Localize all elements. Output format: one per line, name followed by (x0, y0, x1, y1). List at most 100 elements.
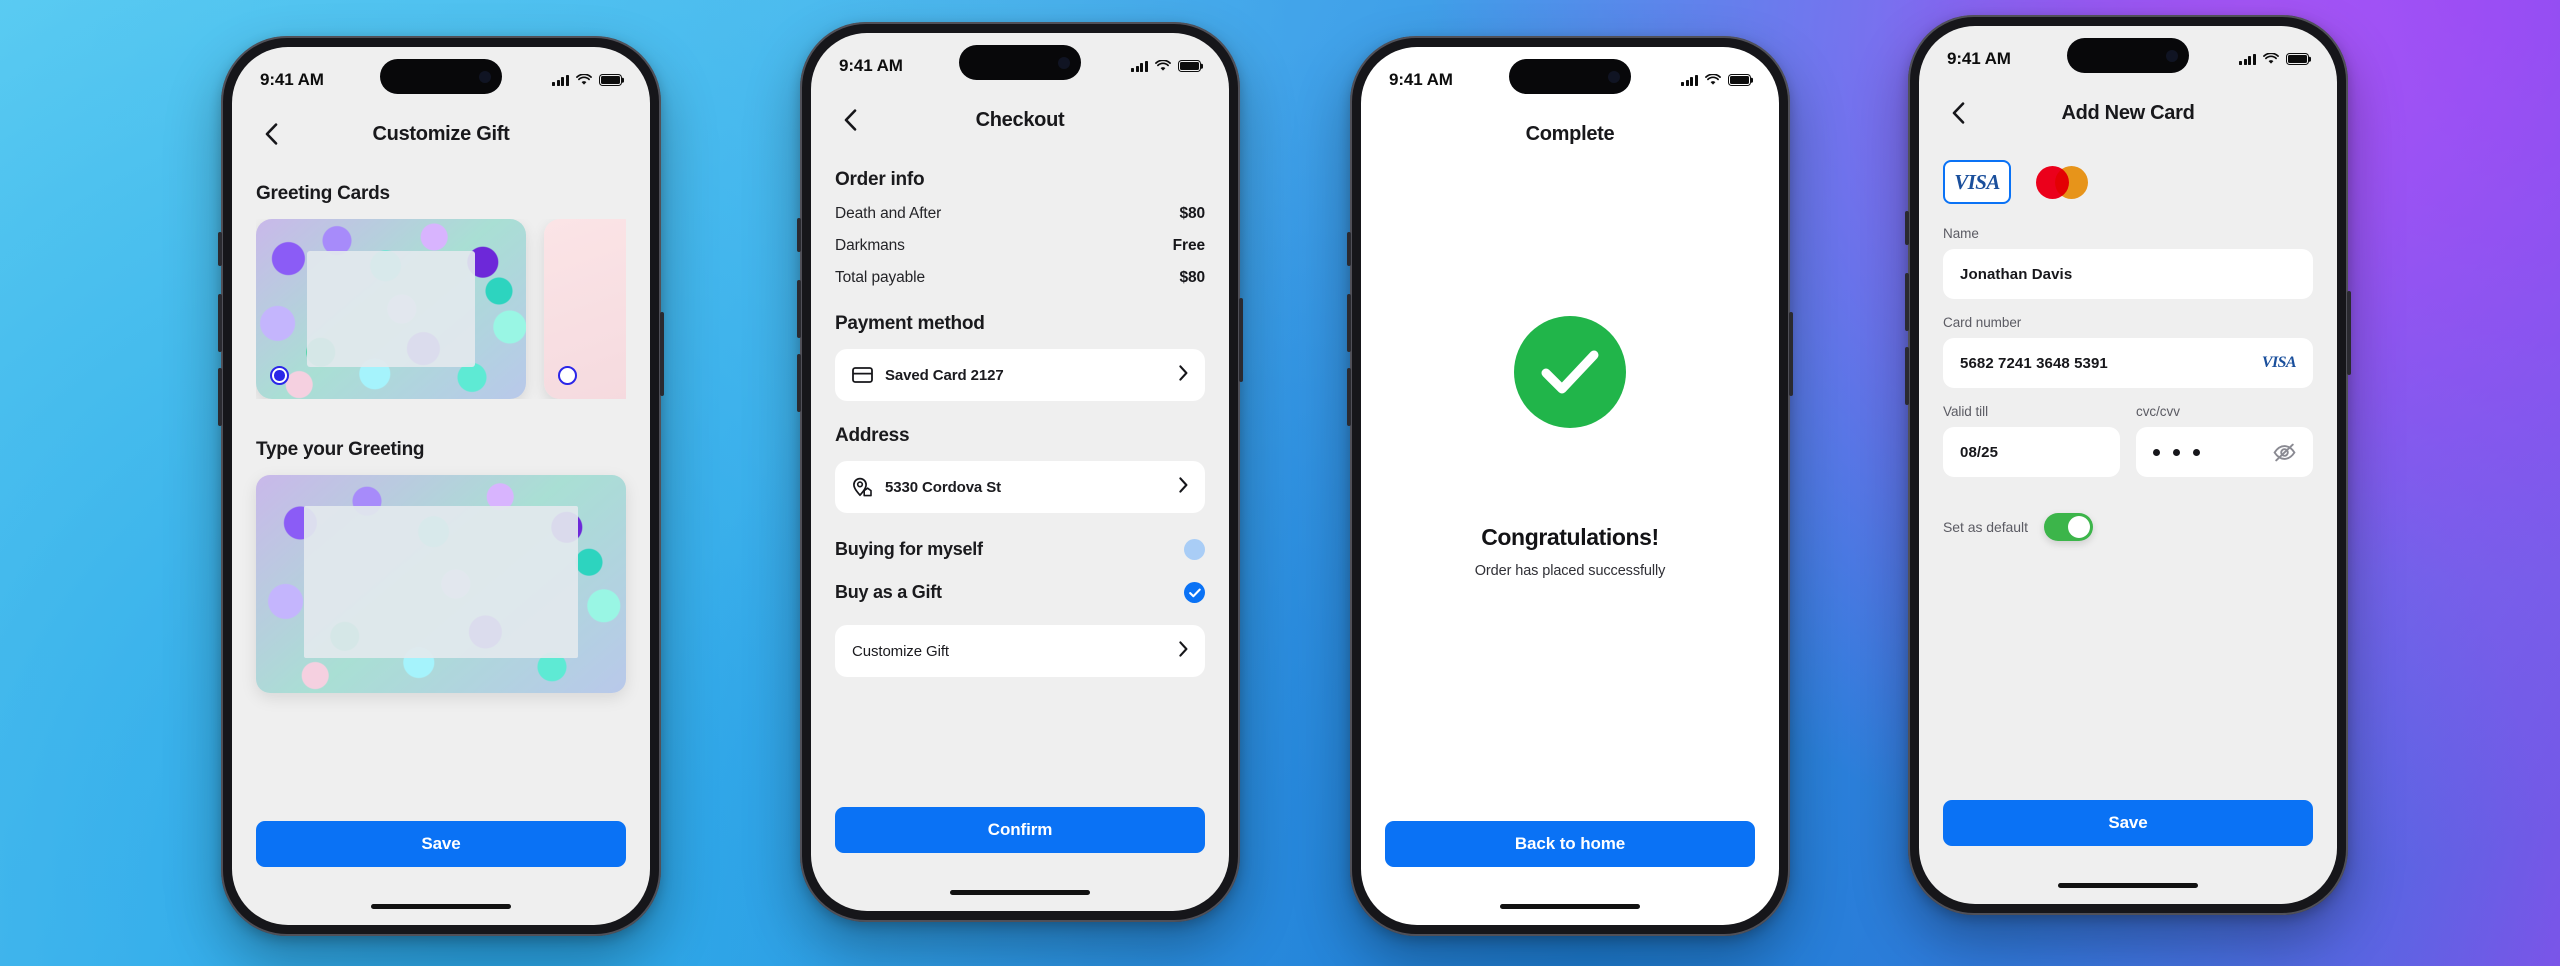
status-time: 9:41 AM (1947, 49, 2011, 68)
screen-body: VISA Name Jonathan Davis Card number 568… (1919, 160, 2337, 541)
valid-till-field-value: 08/25 (1960, 443, 1999, 461)
section-heading-payment-method: Payment method (835, 313, 985, 334)
payment-method-row[interactable]: Saved Card 2127 (835, 349, 1205, 401)
visa-brand-option[interactable]: VISA (1943, 160, 2011, 204)
greeting-message-card[interactable] (256, 475, 626, 693)
chevron-left-icon (1952, 102, 1964, 124)
wifi-icon (1705, 74, 1721, 85)
mastercard-brand-option[interactable] (2035, 160, 2089, 204)
card-number-field-label: Card number (1943, 315, 2022, 330)
greeting-card-floral[interactable] (544, 219, 626, 399)
completion-headline: Congratulations! (1481, 523, 1659, 550)
cvc-field-label: cvc/cvv (2136, 404, 2180, 419)
check-icon (1188, 588, 1201, 597)
volume-down-button[interactable] (1905, 347, 1909, 405)
volume-up-button[interactable] (1347, 294, 1351, 352)
customize-gift-row[interactable]: Customize Gift (835, 625, 1205, 677)
screen-customize-gift: 9:41 AM Customize Gift Greeting Cards Ty… (232, 47, 650, 925)
chevron-right-icon (1179, 476, 1188, 498)
save-button[interactable]: Save (256, 821, 626, 867)
check-circle-icon (1514, 315, 1626, 428)
eye-off-icon[interactable] (2273, 443, 2296, 462)
chevron-right-icon (1179, 640, 1188, 662)
wifi-icon (1155, 60, 1171, 71)
greeting-card-radio-floral[interactable] (558, 366, 577, 385)
wifi-icon (2263, 53, 2279, 64)
volume-up-button[interactable] (797, 280, 801, 338)
volume-up-button[interactable] (1905, 273, 1909, 331)
mastercard-logo-icon (2036, 165, 2088, 199)
cellular-signal-icon (552, 74, 569, 86)
section-heading-address: Address (835, 425, 910, 446)
volume-down-button[interactable] (218, 368, 222, 426)
valid-till-field[interactable]: 08/25 (1943, 427, 2120, 477)
card-brand-label: VISA (2261, 354, 2297, 371)
back-button[interactable] (256, 119, 286, 149)
status-time: 9:41 AM (260, 70, 324, 89)
mute-switch[interactable] (218, 232, 222, 266)
volume-down-button[interactable] (797, 354, 801, 412)
toggle-knob (2067, 516, 2090, 538)
card-number-field[interactable]: 5682 7241 3648 5391 VISA (1943, 338, 2313, 388)
radio-buying-for-myself[interactable] (1184, 539, 1205, 560)
chevron-left-icon (265, 123, 277, 145)
status-icons (1131, 60, 1201, 72)
choice-buy-as-gift[interactable]: Buy as a Gift (835, 582, 1205, 603)
greeting-card-confetti[interactable] (256, 219, 526, 399)
cvc-field[interactable] (2136, 427, 2313, 477)
screen-add-new-card: 9:41 AM Add New Card VISA Name Jonathan … (1919, 26, 2337, 904)
order-row: Total payable $80 (835, 269, 1205, 287)
volume-up-button[interactable] (218, 294, 222, 352)
home-indicator[interactable] (2058, 883, 2198, 888)
credit-card-icon (852, 367, 873, 383)
home-indicator[interactable] (371, 904, 511, 909)
valid-till-group: Valid till 08/25 (1943, 388, 2120, 477)
back-button[interactable] (835, 105, 865, 135)
card-brand-selector: VISA (1943, 160, 2313, 204)
confirm-button[interactable]: Confirm (835, 807, 1205, 853)
nav-bar: Customize Gift (232, 107, 650, 161)
home-indicator[interactable] (1500, 904, 1640, 909)
set-as-default-toggle[interactable] (2043, 513, 2093, 541)
dynamic-island (2067, 38, 2189, 73)
power-button[interactable] (660, 312, 664, 396)
front-camera-icon (1058, 56, 1070, 69)
radio-buy-as-gift[interactable] (1184, 582, 1205, 603)
order-item-label: Total payable (835, 269, 926, 286)
address-row[interactable]: 5330 Cordova St (835, 461, 1205, 513)
power-button[interactable] (2347, 291, 2351, 375)
status-bar: 9:41 AM (232, 47, 650, 107)
dynamic-island (380, 59, 502, 94)
mute-switch[interactable] (797, 218, 801, 252)
valid-till-field-label: Valid till (1943, 404, 1989, 419)
set-as-default-label: Set as default (1943, 519, 2028, 535)
phone-checkout: 9:41 AM Checkout Order info Death and Af… (797, 22, 1243, 922)
greeting-card-radio-confetti[interactable] (270, 366, 289, 385)
cvc-group: cvc/cvv (2136, 388, 2313, 477)
dynamic-island (959, 45, 1081, 80)
cellular-signal-icon (1131, 60, 1148, 72)
screenshot-stage: 9:41 AM Customize Gift Greeting Cards Ty… (0, 0, 2560, 966)
cvc-masked-value (2153, 448, 2200, 456)
power-button[interactable] (1239, 298, 1243, 382)
expiry-cvc-row: Valid till 08/25 cvc/cvv (1943, 388, 2313, 477)
phone-complete: 9:41 AM Complete Congratulations! Order … (1347, 36, 1793, 936)
greeting-card-carousel[interactable] (256, 219, 626, 399)
volume-down-button[interactable] (1347, 368, 1351, 426)
back-to-home-button[interactable]: Back to home (1385, 821, 1755, 867)
screen-checkout: 9:41 AM Checkout Order info Death and Af… (811, 33, 1229, 911)
visa-logo-icon: VISA (1954, 169, 2000, 194)
mute-switch[interactable] (1347, 232, 1351, 266)
back-button[interactable] (1943, 98, 1973, 128)
greeting-text-area[interactable] (304, 505, 578, 659)
save-button[interactable]: Save (1943, 800, 2313, 846)
home-indicator[interactable] (950, 890, 1090, 895)
section-heading-type-greeting: Type your Greeting (256, 439, 425, 460)
choice-label: Buying for myself (835, 539, 983, 559)
name-field[interactable]: Jonathan Davis (1943, 249, 2313, 299)
mute-switch[interactable] (1905, 211, 1909, 245)
section-heading-order-info: Order info (835, 169, 925, 190)
choice-buying-for-myself[interactable]: Buying for myself (835, 539, 1205, 560)
card-note-area (307, 251, 475, 367)
power-button[interactable] (1789, 312, 1793, 396)
